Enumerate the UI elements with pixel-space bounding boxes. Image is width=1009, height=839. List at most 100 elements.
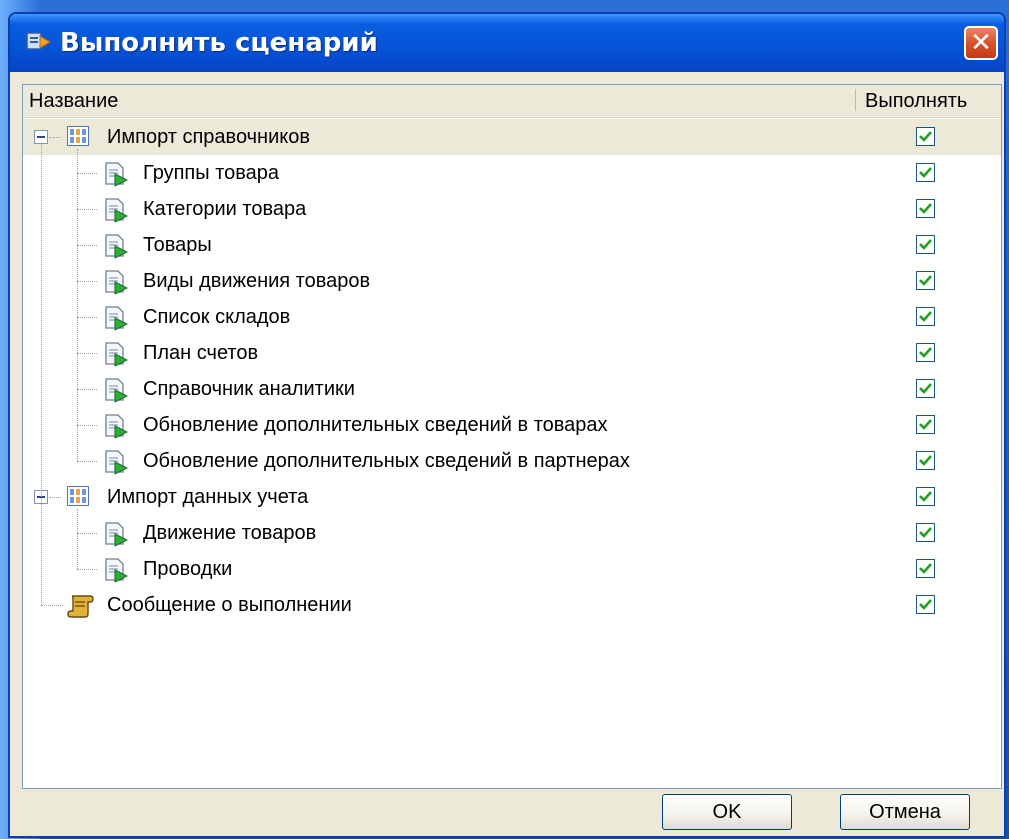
tree-connector bbox=[77, 173, 97, 174]
execute-checkbox[interactable] bbox=[916, 415, 935, 434]
tree-row[interactable]: Список складов bbox=[23, 299, 1001, 335]
checkmark-icon bbox=[919, 419, 932, 430]
tree-row[interactable]: План счетов bbox=[23, 335, 1001, 371]
document-run-icon bbox=[105, 198, 129, 223]
title-bar[interactable]: Выполнить сценарий ✕ bbox=[10, 14, 1004, 72]
tree-guide-line bbox=[77, 509, 78, 569]
tree-connector bbox=[77, 317, 97, 318]
tree-item-label: Категории товара bbox=[143, 198, 307, 220]
tree-item-label: Обновление дополнительных сведений в пар… bbox=[143, 450, 630, 472]
document-run-icon bbox=[105, 450, 129, 475]
document-run-icon bbox=[105, 234, 129, 259]
checkmark-icon bbox=[919, 239, 932, 250]
checkmark-icon bbox=[919, 383, 932, 394]
tree-item-label: Сообщение о выполнении bbox=[107, 594, 352, 616]
execute-checkbox[interactable] bbox=[916, 487, 935, 506]
checkmark-icon bbox=[919, 491, 932, 502]
document-run-icon bbox=[105, 414, 129, 439]
tree-row[interactable]: Справочник аналитики bbox=[23, 371, 1001, 407]
execute-checkbox[interactable] bbox=[916, 343, 935, 362]
tree-row[interactable]: Категории товара bbox=[23, 191, 1001, 227]
tree-connector bbox=[77, 461, 97, 462]
execute-checkbox[interactable] bbox=[916, 199, 935, 218]
dialog-title: Выполнить сценарий bbox=[60, 28, 378, 58]
tree-row[interactable]: Движение товаров bbox=[23, 515, 1001, 551]
tree-connector bbox=[49, 137, 61, 138]
run-scenario-dialog: Выполнить сценарий ✕ Название Выполнять … bbox=[8, 12, 1006, 838]
checkmark-icon bbox=[919, 167, 932, 178]
document-run-icon bbox=[105, 306, 129, 331]
tree-item-label: План счетов bbox=[143, 342, 259, 364]
tree-item-label: Движение товаров bbox=[143, 522, 317, 544]
document-run-icon bbox=[105, 378, 129, 403]
tree-header: Название Выполнять bbox=[23, 85, 1001, 118]
tree-row[interactable]: Проводки bbox=[23, 551, 1001, 587]
document-run-icon bbox=[105, 270, 129, 295]
checkmark-icon bbox=[919, 311, 932, 322]
tree-guide-line bbox=[41, 144, 42, 605]
tree-connector bbox=[77, 569, 97, 570]
checkmark-icon bbox=[919, 275, 932, 286]
tree-connector bbox=[77, 389, 97, 390]
tree-row[interactable]: Группы товара bbox=[23, 155, 1001, 191]
document-run-icon bbox=[105, 522, 129, 547]
column-header-name[interactable]: Название bbox=[29, 90, 118, 113]
execute-checkbox[interactable] bbox=[916, 451, 935, 470]
tree-connector bbox=[49, 497, 61, 498]
tree-item-label: Импорт справочников bbox=[107, 126, 310, 148]
tree-row[interactable]: Обновление дополнительных сведений в тов… bbox=[23, 407, 1001, 443]
execute-checkbox[interactable] bbox=[916, 559, 935, 578]
checkmark-icon bbox=[919, 203, 932, 214]
tree-item-label: Импорт данных учета bbox=[107, 486, 309, 508]
checkmark-icon bbox=[919, 131, 932, 142]
document-run-icon bbox=[105, 558, 129, 583]
tree-connector bbox=[77, 209, 97, 210]
tree-row[interactable]: Импорт данных учета bbox=[23, 479, 1001, 515]
tree-item-label: Товары bbox=[143, 234, 212, 256]
tree-item-label: Группы товара bbox=[143, 162, 280, 184]
execute-checkbox[interactable] bbox=[916, 271, 935, 290]
tree-row[interactable]: Импорт справочников bbox=[23, 119, 1001, 155]
close-button[interactable]: ✕ bbox=[964, 26, 998, 60]
column-header-execute[interactable]: Выполнять bbox=[865, 90, 967, 113]
tree-connector bbox=[77, 353, 97, 354]
tree-row[interactable]: Виды движения товаров bbox=[23, 263, 1001, 299]
tree-row[interactable]: Товары bbox=[23, 227, 1001, 263]
execute-checkbox[interactable] bbox=[916, 307, 935, 326]
checkmark-icon bbox=[919, 599, 932, 610]
document-run-icon bbox=[105, 162, 129, 187]
cancel-button[interactable]: Отмена bbox=[840, 794, 970, 830]
folder-group-icon bbox=[67, 126, 89, 146]
folder-group-icon bbox=[67, 486, 89, 506]
tree-item-label: Обновление дополнительных сведений в тов… bbox=[143, 414, 608, 436]
tree-connector bbox=[77, 533, 97, 534]
checkmark-icon bbox=[919, 347, 932, 358]
execute-checkbox[interactable] bbox=[916, 235, 935, 254]
tree-connector bbox=[77, 281, 97, 282]
tree-row[interactable]: Сообщение о выполнении bbox=[23, 587, 1001, 623]
tree-item-label: Список складов bbox=[143, 306, 291, 328]
execute-checkbox[interactable] bbox=[916, 127, 935, 146]
tree-connector bbox=[77, 425, 97, 426]
execute-checkbox[interactable] bbox=[916, 523, 935, 542]
column-divider[interactable] bbox=[855, 89, 856, 111]
ok-button[interactable]: OK bbox=[662, 794, 792, 830]
execute-checkbox[interactable] bbox=[916, 595, 935, 614]
execute-checkbox[interactable] bbox=[916, 163, 935, 182]
tree-connector bbox=[77, 245, 97, 246]
scenario-icon bbox=[26, 32, 51, 50]
checkmark-icon bbox=[919, 563, 932, 574]
tree-item-label: Справочник аналитики bbox=[143, 378, 355, 400]
tree-connector bbox=[41, 605, 63, 606]
execute-checkbox[interactable] bbox=[916, 379, 935, 398]
checkmark-icon bbox=[919, 455, 932, 466]
tree-row[interactable]: Обновление дополнительных сведений в пар… bbox=[23, 443, 1001, 479]
tree-guide-line bbox=[77, 149, 78, 461]
document-run-icon bbox=[105, 342, 129, 367]
collapse-toggle-icon[interactable] bbox=[34, 130, 48, 144]
checkmark-icon bbox=[919, 527, 932, 538]
tree-item-label: Виды движения товаров bbox=[143, 270, 371, 292]
scroll-message-icon bbox=[67, 595, 94, 618]
scenario-tree[interactable]: Название Выполнять Импорт справочников Гр… bbox=[22, 84, 1002, 789]
tree-item-label: Проводки bbox=[143, 558, 233, 580]
